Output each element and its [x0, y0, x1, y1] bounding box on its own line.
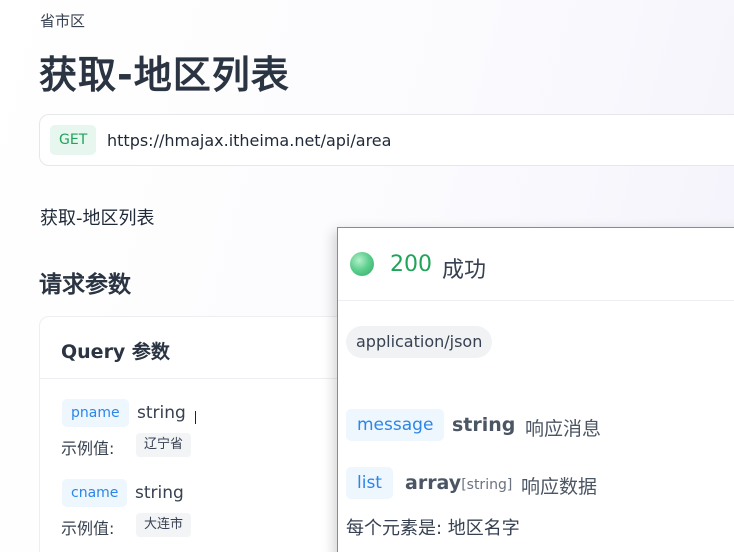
response-field-name-list: list [346, 467, 393, 499]
query-params-card: Query 参数 pname string 示例值: 辽宁省 cname str… [39, 316, 359, 552]
response-field-desc: 响应数据 [521, 476, 598, 498]
response-field-type: string [452, 414, 516, 436]
text-cursor-icon [195, 411, 196, 424]
param-name-cname: cname [62, 479, 128, 507]
response-status-row[interactable]: 200 成功 [338, 228, 734, 301]
endpoint-description: 获取-地区列表 [40, 208, 155, 229]
status-code: 200 [390, 252, 432, 277]
content-type-badge[interactable]: application/json [346, 326, 493, 358]
query-params-card-title: Query 参数 [40, 317, 358, 379]
list-element-note: 每个元素是: 地区名字 [346, 518, 520, 539]
response-field-type-main: array [405, 472, 462, 494]
endpoint-url[interactable]: https://hmajax.itheima.net/api/area [107, 131, 391, 150]
endpoint-bar[interactable]: GET https://hmajax.itheima.net/api/area [39, 114, 734, 166]
response-field-type-suffix: [string] [461, 477, 513, 493]
example-value[interactable]: 大连市 [136, 513, 192, 537]
param-type: string [135, 483, 184, 503]
http-method-badge: GET [50, 125, 97, 155]
response-field-desc: 响应消息 [525, 418, 602, 440]
green-status-dot-icon [350, 252, 374, 276]
status-text: 成功 [442, 258, 487, 283]
example-label: 示例值: [61, 439, 115, 458]
response-panel: 200 成功 application/json message string 响… [337, 227, 734, 552]
example-label: 示例值: [61, 519, 115, 538]
page-title: 获取-地区列表 [39, 53, 290, 97]
breadcrumb[interactable]: 省市区 [40, 10, 85, 31]
param-name-pname: pname [62, 399, 129, 427]
request-params-heading: 请求参数 [39, 272, 131, 298]
example-value[interactable]: 辽宁省 [136, 433, 192, 457]
param-type: string [137, 403, 186, 423]
response-field-type: array[string] [405, 472, 512, 494]
response-field-name-message: message [346, 409, 445, 441]
